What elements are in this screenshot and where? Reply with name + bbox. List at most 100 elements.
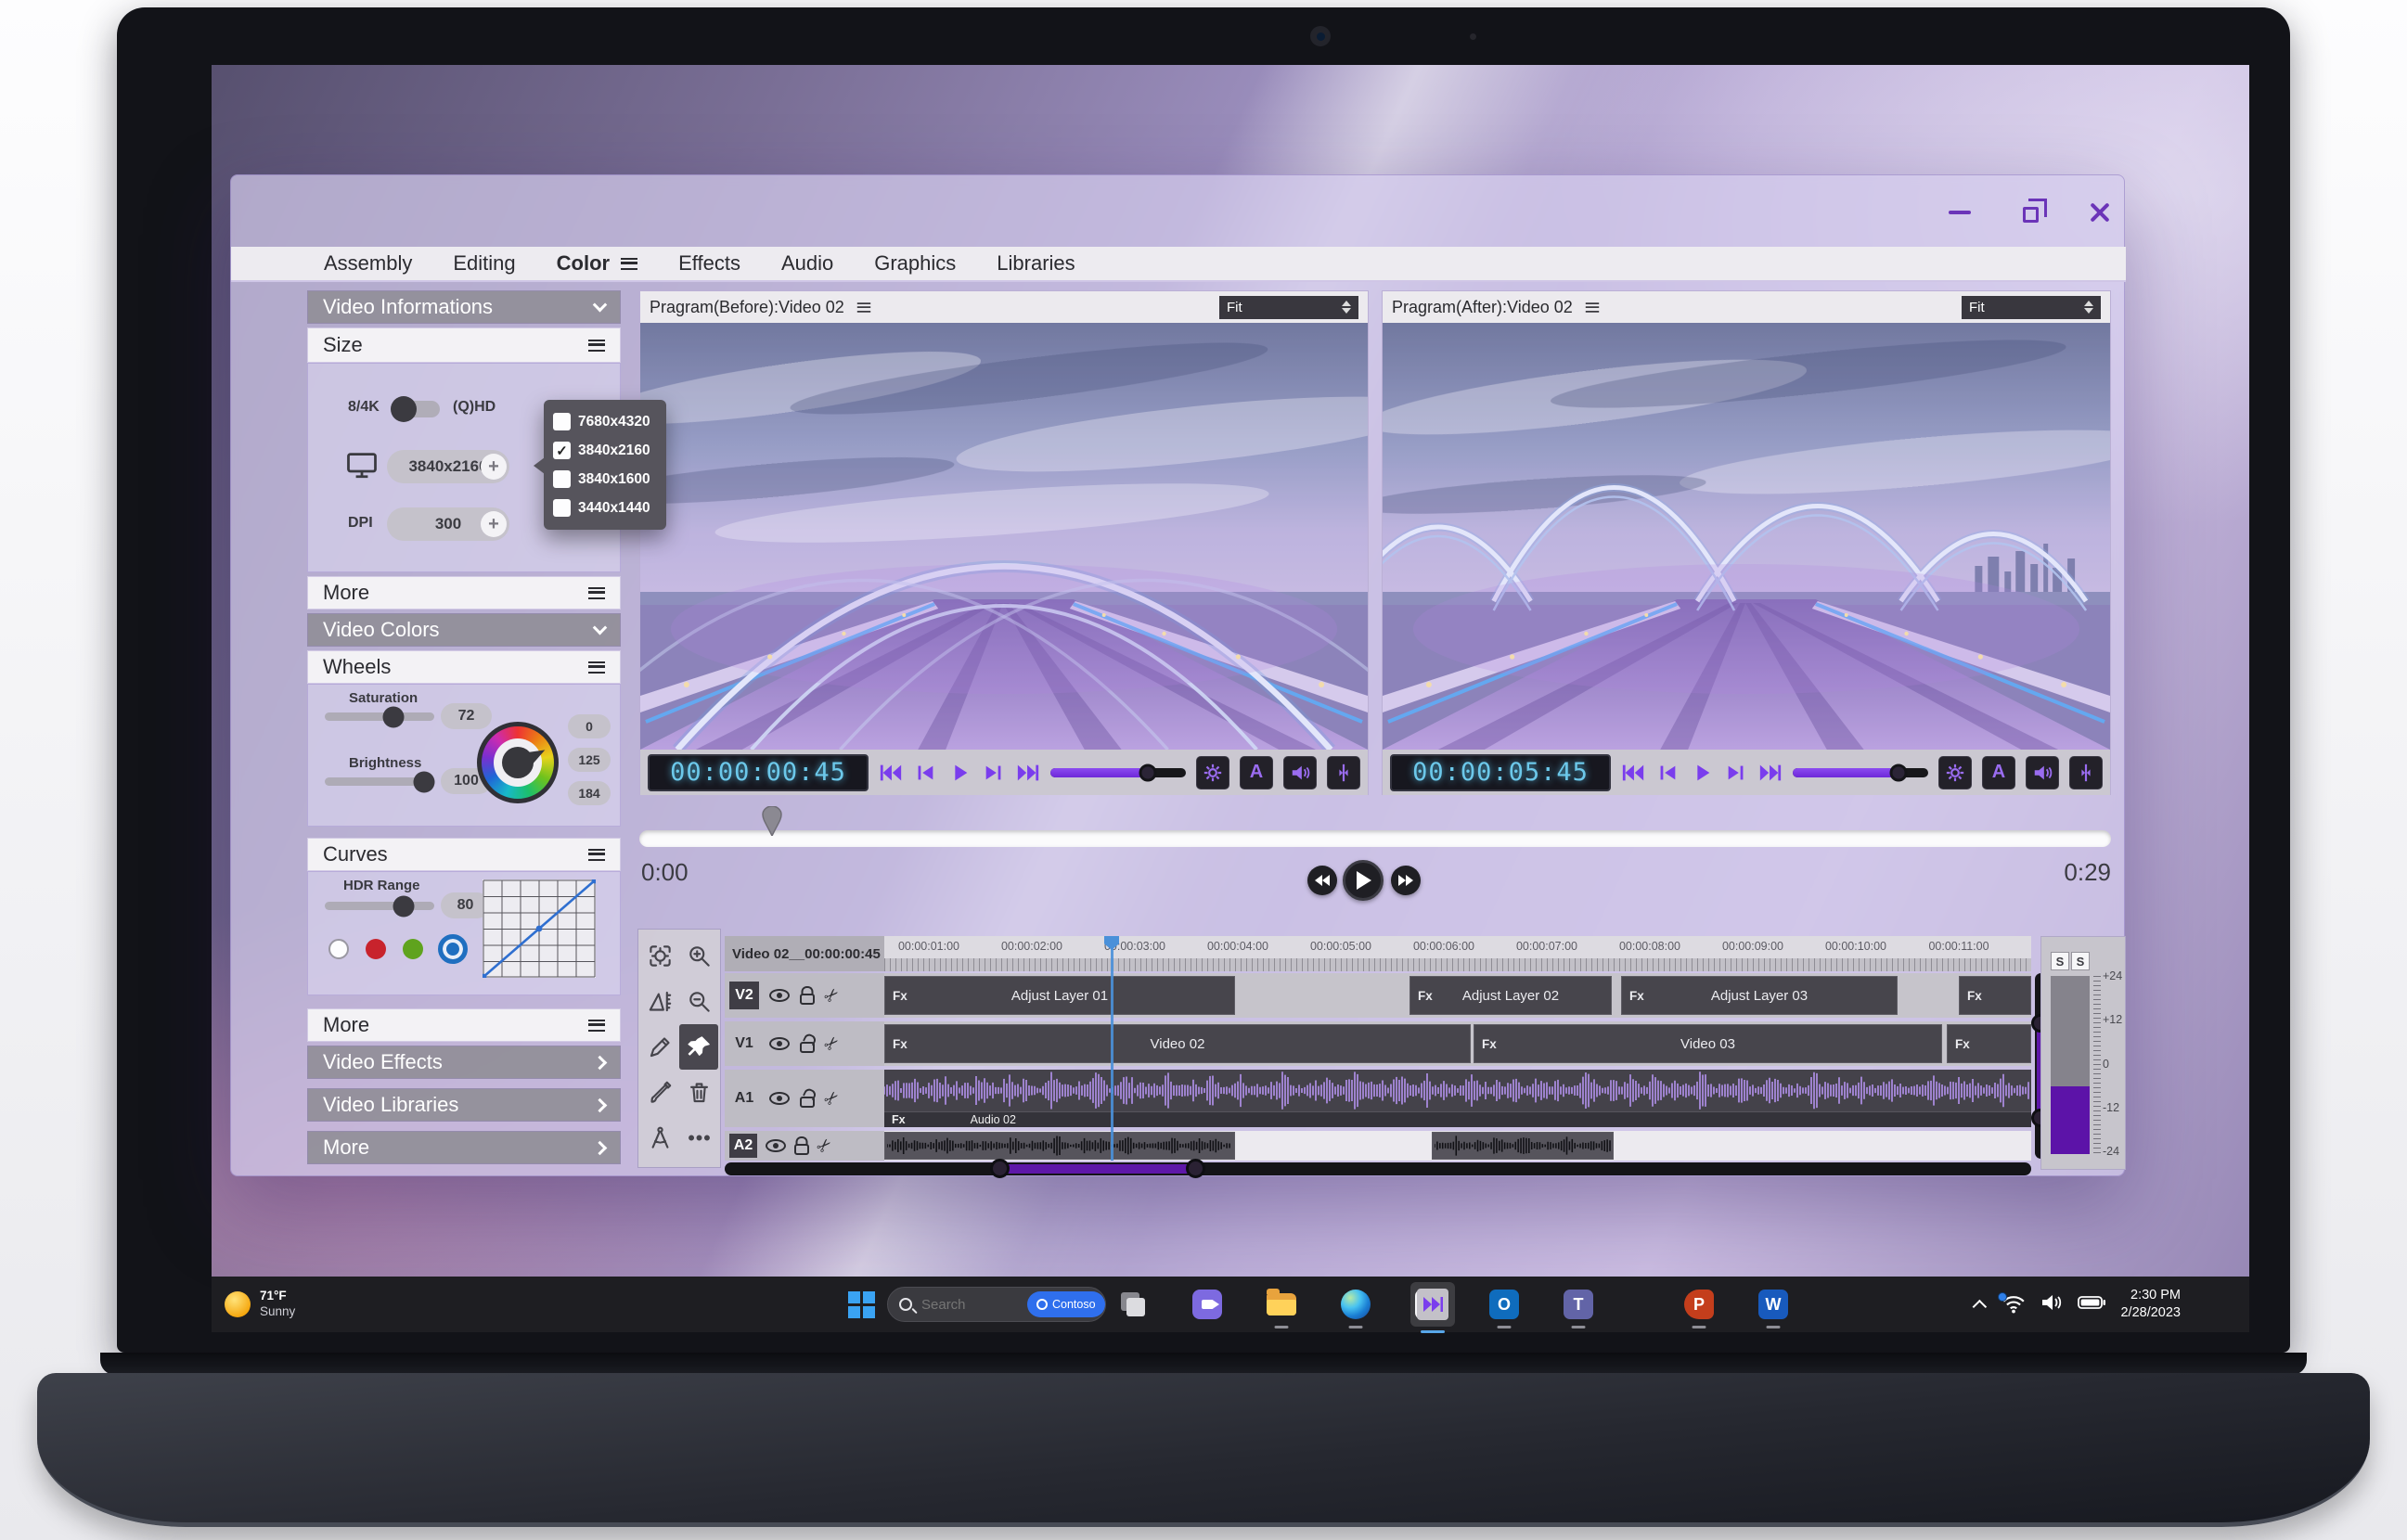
scissors-icon[interactable]: ✂ <box>820 983 844 1007</box>
tray-chevron-icon[interactable] <box>1973 1299 1988 1314</box>
color-wheel[interactable] <box>477 722 559 803</box>
next-frame-button[interactable] <box>1724 762 1748 784</box>
after-progress-bar[interactable] <box>1793 764 1928 781</box>
restore-button[interactable] <box>2016 196 2050 229</box>
contoso-badge[interactable]: Contoso <box>1027 1291 1105 1317</box>
edge-browser-icon[interactable] <box>1340 1289 1371 1328</box>
task-view-button[interactable] <box>1117 1289 1149 1320</box>
menu-graphics[interactable]: Graphics <box>874 251 956 276</box>
visibility-eye-icon[interactable] <box>769 1037 790 1050</box>
word-icon[interactable]: W <box>1757 1289 1789 1328</box>
curve-channel-blue[interactable] <box>438 934 468 964</box>
sidebar-video-informations[interactable]: Video Informations <box>307 290 621 324</box>
scrubber-playhead[interactable] <box>761 806 782 836</box>
compass-tool[interactable] <box>640 1115 679 1161</box>
menu-color[interactable]: Color <box>557 251 638 276</box>
sequence-scrubber[interactable] <box>639 806 2111 847</box>
clip-adjust-layer-02[interactable]: Fx Adjust Layer 02 <box>1409 976 1612 1015</box>
search-bar[interactable]: Contoso <box>887 1277 1106 1332</box>
progress-knob[interactable] <box>1889 764 1908 781</box>
checkbox-checked[interactable]: ✓ <box>553 442 571 459</box>
visibility-eye-icon[interactable] <box>769 989 790 1002</box>
trash-tool[interactable] <box>679 1070 718 1115</box>
solo-left-button[interactable]: S <box>2051 952 2069 970</box>
menu-libraries[interactable]: Libraries <box>997 251 1075 276</box>
zoom-in-tool[interactable] <box>679 933 718 979</box>
menu-assembly[interactable]: Assembly <box>324 251 412 276</box>
skip-start-button[interactable] <box>879 762 903 784</box>
play-button[interactable] <box>947 762 972 784</box>
pencil-tool[interactable] <box>640 1024 679 1070</box>
curve-channel-red[interactable] <box>366 939 386 959</box>
lock-icon[interactable] <box>800 994 815 1005</box>
scroll-handle-right[interactable] <box>1185 1159 1205 1178</box>
sidebar-more-bottom[interactable]: More <box>307 1131 621 1164</box>
checkbox-unchecked[interactable] <box>553 470 571 488</box>
clip-adjust-layer-01[interactable]: Fx Adjust Layer 01 <box>884 976 1235 1015</box>
razor-button[interactable] <box>1327 755 1360 789</box>
brightness-slider[interactable] <box>325 771 435 792</box>
next-frame-button[interactable] <box>982 762 1006 784</box>
checkbox-unchecked[interactable] <box>553 413 571 430</box>
scissors-icon[interactable]: ✂ <box>820 1086 844 1110</box>
resolution-option[interactable]: 3840x1600 <box>553 465 657 494</box>
sidebar-more-mid[interactable]: More <box>307 1008 621 1042</box>
skip-start-button[interactable] <box>1621 762 1645 784</box>
preview-menu-icon[interactable] <box>1585 302 1599 313</box>
before-progress-bar[interactable] <box>1050 764 1186 781</box>
file-explorer-icon[interactable] <box>1266 1289 1297 1328</box>
timeline-horizontal-scrollbar[interactable] <box>725 1159 2031 1178</box>
timeline-ruler[interactable]: 00:00:01:00 00:00:02:00 00:00:03:00 00:0… <box>884 936 2031 958</box>
timeline-playhead[interactable] <box>1111 936 1113 1161</box>
clock-widget[interactable]: 2:30 PM 2/28/2023 <box>2120 1287 2181 1322</box>
progress-knob[interactable] <box>1139 764 1157 781</box>
menu-editing[interactable]: Editing <box>453 251 515 276</box>
clip-partial[interactable]: Fx <box>1959 976 2031 1015</box>
curve-channel-green[interactable] <box>403 939 423 959</box>
clip-adjust-layer-03[interactable]: Fx Adjust Layer 03 <box>1621 976 1898 1015</box>
hdr-range-slider[interactable] <box>325 895 434 917</box>
settings-button[interactable] <box>1196 755 1229 789</box>
sidebar-video-colors[interactable]: Video Colors <box>307 613 621 647</box>
resolution-stepper[interactable]: 3840x2160 + <box>387 450 509 483</box>
lock-open-icon[interactable] <box>800 1097 815 1108</box>
wifi-icon[interactable] <box>1998 1292 2026 1314</box>
curve-channel-white[interactable] <box>328 939 349 959</box>
visibility-eye-icon[interactable] <box>769 1092 790 1105</box>
prev-frame-button[interactable] <box>913 762 937 784</box>
resolution-option[interactable]: ✓ 3840x2160 <box>553 436 657 465</box>
skip-end-button[interactable] <box>1758 762 1783 784</box>
battery-icon[interactable] <box>2078 1295 2106 1315</box>
razor-button[interactable] <box>2069 755 2103 789</box>
scissors-icon[interactable]: ✂ <box>813 1134 837 1158</box>
fit-select-before[interactable]: Fit <box>1219 295 1358 319</box>
saturation-slider[interactable] <box>325 706 434 727</box>
resolution-option[interactable]: 3440x1440 <box>553 494 657 522</box>
close-button[interactable] <box>2083 196 2117 229</box>
sidebar-wheels-header[interactable]: Wheels <box>307 650 621 684</box>
audio-clip[interactable] <box>1432 1132 1614 1160</box>
zoom-out-tool[interactable] <box>679 979 718 1024</box>
solo-right-button[interactable]: S <box>2071 952 2090 970</box>
clip-video-02[interactable]: Fx Video 02 <box>884 1024 1471 1063</box>
search-input[interactable] <box>920 1295 1020 1314</box>
checkbox-unchecked[interactable] <box>553 499 571 517</box>
menu-effects[interactable]: Effects <box>678 251 740 276</box>
resolution-option[interactable]: 7680x4320 <box>553 407 657 436</box>
fast-forward-button[interactable] <box>1391 866 1421 895</box>
outlook-icon[interactable]: O <box>1488 1289 1520 1328</box>
minimize-button[interactable] <box>1943 196 1976 229</box>
pin-tool[interactable] <box>679 1024 718 1070</box>
lock-open-icon[interactable] <box>800 1042 815 1053</box>
brush-tool[interactable] <box>640 1070 679 1115</box>
preview-menu-icon[interactable] <box>856 302 870 313</box>
scroll-handle-left[interactable] <box>989 1159 1010 1178</box>
video-editor-taskbar-icon[interactable] <box>1410 1277 1455 1333</box>
visibility-eye-icon[interactable] <box>766 1139 786 1152</box>
powerpoint-icon[interactable]: P <box>1683 1289 1715 1328</box>
auto-button[interactable]: A <box>1240 755 1273 789</box>
ramp-tool[interactable] <box>640 979 679 1024</box>
sidebar-video-libraries[interactable]: Video Libraries <box>307 1088 621 1122</box>
more-tools-ellipsis[interactable] <box>679 1115 718 1161</box>
settings-button[interactable] <box>1938 755 1972 789</box>
